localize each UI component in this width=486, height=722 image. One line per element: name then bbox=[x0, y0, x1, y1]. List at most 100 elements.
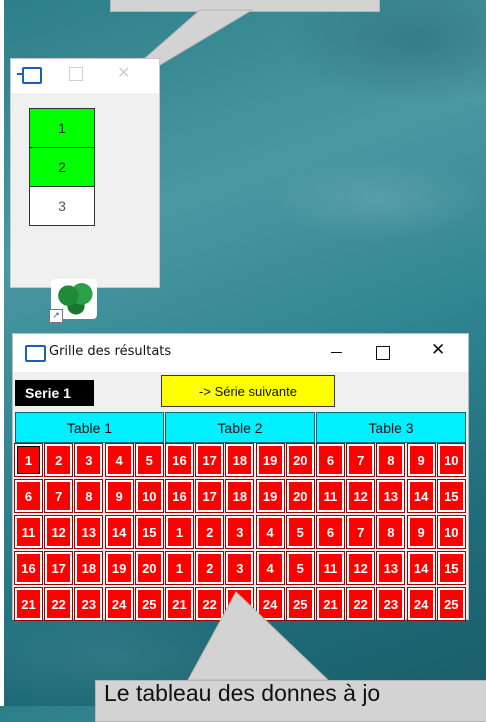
top-callout-box bbox=[110, 0, 380, 12]
grid-cell[interactable]: 24 bbox=[105, 588, 133, 620]
grid-cell[interactable]: 24 bbox=[407, 588, 435, 620]
grid-cell[interactable]: 14 bbox=[407, 480, 435, 512]
grid-cell[interactable]: 12 bbox=[347, 480, 375, 512]
table-3-header[interactable]: Table 3 bbox=[316, 412, 466, 443]
grid-cell[interactable]: 15 bbox=[437, 480, 465, 512]
grid-cell[interactable]: 25 bbox=[286, 588, 314, 620]
grid-cell[interactable]: 7 bbox=[347, 444, 375, 476]
grid-cell[interactable]: 11 bbox=[15, 516, 42, 548]
grid-cell[interactable]: 13 bbox=[377, 480, 405, 512]
grid-cell[interactable]: 8 bbox=[377, 516, 405, 548]
grid-cell[interactable]: 16 bbox=[15, 552, 42, 584]
grid-cell[interactable]: 3 bbox=[226, 552, 254, 584]
small-tiles-window[interactable]: ✕ 1 2 3 bbox=[11, 59, 159, 287]
grid-cell[interactable]: 14 bbox=[105, 516, 133, 548]
maximize-icon[interactable] bbox=[376, 346, 390, 360]
grid-cell[interactable]: 21 bbox=[317, 588, 344, 620]
grid-cell[interactable]: 1 bbox=[15, 444, 42, 476]
grid-row-3: 11 12 13 14 15 1 2 3 4 5 6 7 8 9 10 bbox=[13, 516, 468, 552]
grid-cell[interactable]: 3 bbox=[75, 444, 103, 476]
grid-cell[interactable]: 21 bbox=[15, 588, 42, 620]
results-window-titlebar[interactable]: Grille des résultats ✕ bbox=[13, 334, 468, 372]
grid-cell[interactable]: 23 bbox=[226, 588, 254, 620]
grid-cell[interactable]: 9 bbox=[407, 444, 435, 476]
grid-cell[interactable]: 22 bbox=[347, 588, 375, 620]
grid-cell[interactable]: 23 bbox=[75, 588, 103, 620]
grid-cell[interactable]: 4 bbox=[105, 444, 133, 476]
grid-row-2: 6 7 8 9 10 16 17 18 19 20 11 12 13 14 15 bbox=[13, 480, 468, 516]
tile-3[interactable]: 3 bbox=[29, 186, 95, 226]
table-2-header[interactable]: Table 2 bbox=[165, 412, 315, 443]
grid-cell[interactable]: 2 bbox=[196, 552, 224, 584]
grid-cell[interactable]: 17 bbox=[45, 552, 73, 584]
grid-cell[interactable]: 5 bbox=[135, 444, 163, 476]
grid-cell[interactable]: 4 bbox=[256, 516, 284, 548]
grid-cell[interactable]: 3 bbox=[226, 516, 254, 548]
grid-cell[interactable]: 25 bbox=[437, 588, 465, 620]
grid-cell[interactable]: 13 bbox=[377, 552, 405, 584]
grid-cell[interactable]: 6 bbox=[317, 444, 344, 476]
grid-cell[interactable]: 9 bbox=[407, 516, 435, 548]
next-series-button[interactable]: -> Série suivante bbox=[161, 375, 335, 407]
close-icon[interactable]: ✕ bbox=[117, 63, 130, 82]
grid-cell[interactable]: 11 bbox=[317, 480, 344, 512]
grid-cell[interactable]: 18 bbox=[226, 480, 254, 512]
app-window-icon bbox=[17, 67, 42, 84]
grid-cell[interactable]: 20 bbox=[286, 480, 314, 512]
grid-cell[interactable]: 8 bbox=[377, 444, 405, 476]
desktop-shortcut[interactable]: ↗ bbox=[49, 279, 101, 323]
grid-cell[interactable]: 2 bbox=[45, 444, 73, 476]
grid-cell[interactable]: 4 bbox=[256, 552, 284, 584]
grid-cell[interactable]: 13 bbox=[75, 516, 103, 548]
grid-cell[interactable]: 7 bbox=[347, 516, 375, 548]
grid-cell[interactable]: 21 bbox=[166, 588, 193, 620]
grid-cell[interactable]: 5 bbox=[286, 552, 314, 584]
grid-cell[interactable]: 15 bbox=[437, 552, 465, 584]
grid-cell[interactable]: 16 bbox=[166, 444, 193, 476]
table-1-header[interactable]: Table 1 bbox=[15, 412, 164, 443]
bottom-callout-text: Le tableau des donnes à jo bbox=[104, 680, 381, 706]
series-label: Serie 1 bbox=[15, 380, 94, 406]
grid-cell[interactable]: 1 bbox=[166, 552, 193, 584]
grid-cell[interactable]: 14 bbox=[407, 552, 435, 584]
grid-cell[interactable]: 22 bbox=[45, 588, 73, 620]
grid-cell[interactable]: 1 bbox=[166, 516, 193, 548]
grid-cell[interactable]: 5 bbox=[286, 516, 314, 548]
grid-cell[interactable]: 12 bbox=[347, 552, 375, 584]
grid-cell[interactable]: 15 bbox=[135, 516, 163, 548]
grid-cell[interactable]: 8 bbox=[75, 480, 103, 512]
grid-cell[interactable]: 25 bbox=[135, 588, 163, 620]
grid-cell[interactable]: 19 bbox=[256, 444, 284, 476]
grid-cell[interactable]: 20 bbox=[286, 444, 314, 476]
maximize-icon[interactable] bbox=[69, 67, 83, 81]
grid-cell[interactable]: 6 bbox=[15, 480, 42, 512]
grid-cell[interactable]: 18 bbox=[226, 444, 254, 476]
grid-cell[interactable]: 19 bbox=[105, 552, 133, 584]
minimize-icon[interactable] bbox=[331, 352, 342, 353]
table-headers: Table 1 Table 2 Table 3 bbox=[13, 412, 468, 443]
grid-cell[interactable]: 10 bbox=[135, 480, 163, 512]
small-window-titlebar[interactable]: ✕ bbox=[11, 59, 159, 93]
tile-2[interactable]: 2 bbox=[29, 147, 95, 187]
grid-cell[interactable]: 2 bbox=[196, 516, 224, 548]
grid-cell[interactable]: 9 bbox=[105, 480, 133, 512]
grid-cell[interactable]: 7 bbox=[45, 480, 73, 512]
tile-1[interactable]: 1 bbox=[29, 108, 95, 148]
grid-cell[interactable]: 12 bbox=[45, 516, 73, 548]
grid-cell[interactable]: 10 bbox=[437, 516, 465, 548]
grid-cell[interactable]: 19 bbox=[256, 480, 284, 512]
grid-cell[interactable]: 17 bbox=[196, 444, 224, 476]
grid-cell[interactable]: 10 bbox=[437, 444, 465, 476]
grid-cell[interactable]: 22 bbox=[196, 588, 224, 620]
grid-cell[interactable]: 23 bbox=[377, 588, 405, 620]
grid-cell[interactable]: 6 bbox=[317, 516, 344, 548]
close-icon[interactable]: ✕ bbox=[431, 340, 445, 360]
grid-cell[interactable]: 24 bbox=[256, 588, 284, 620]
grid-cell[interactable]: 18 bbox=[75, 552, 103, 584]
grid-cell[interactable]: 20 bbox=[135, 552, 163, 584]
results-window[interactable]: Grille des résultats ✕ Serie 1 -> Série … bbox=[13, 334, 468, 620]
grid-row-4: 16 17 18 19 20 1 2 3 4 5 11 12 13 14 15 bbox=[13, 552, 468, 588]
grid-cell[interactable]: 16 bbox=[166, 480, 193, 512]
grid-cell[interactable]: 17 bbox=[196, 480, 224, 512]
grid-cell[interactable]: 11 bbox=[317, 552, 344, 584]
